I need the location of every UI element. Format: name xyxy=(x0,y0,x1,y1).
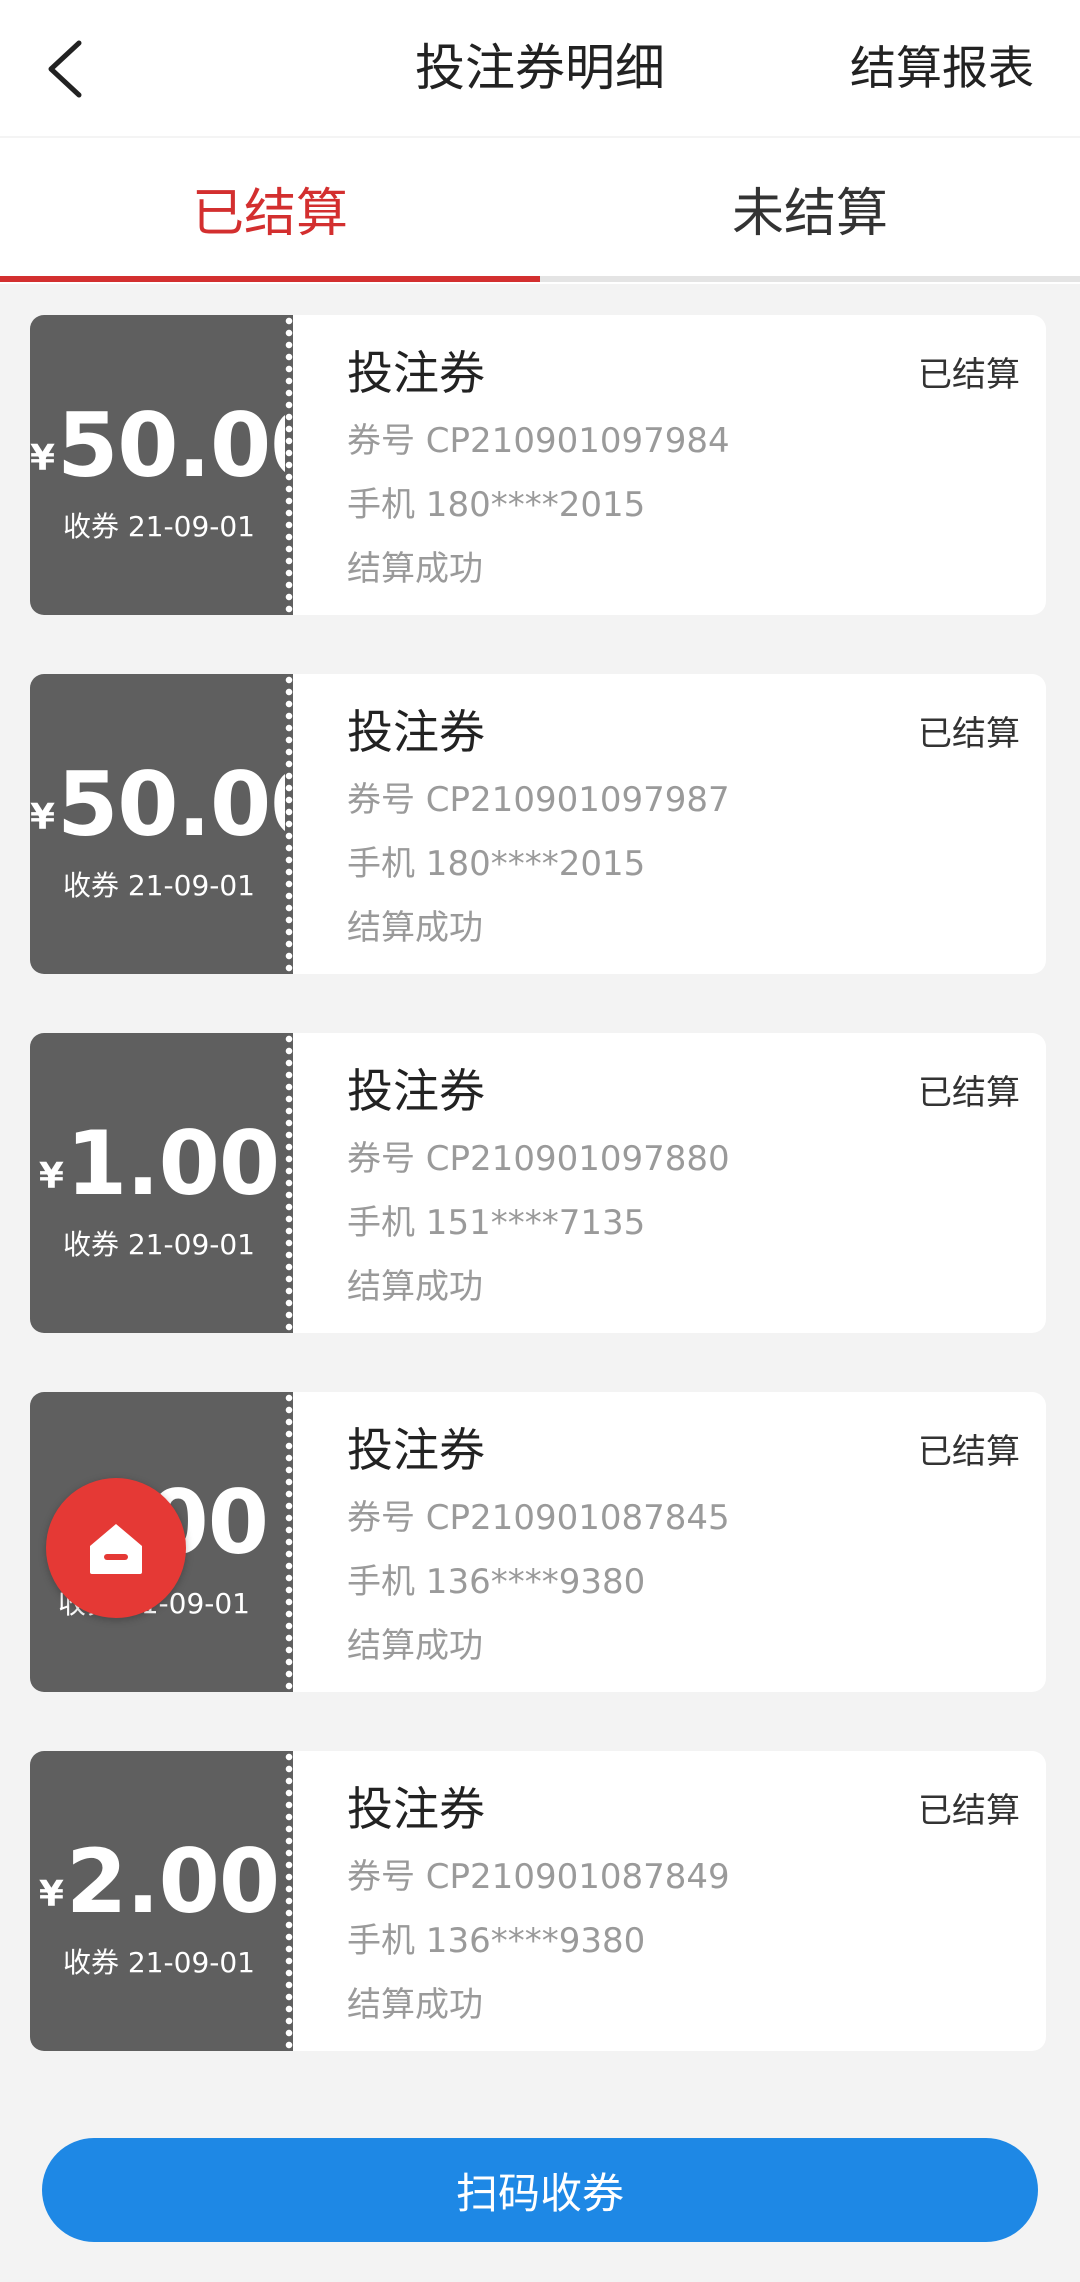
coupon-code: 券号 CP210901087845 xyxy=(347,1498,730,1538)
coupon-amount-panel: ¥1.00 收券 21-09-01 xyxy=(30,1033,288,1333)
coupon-amount: ¥50.00 xyxy=(30,401,331,491)
page: 投注券明细 结算报表 已结算 未结算 ¥50.00 收券 21-09-01 投注… xyxy=(0,0,1080,2282)
amount-value: 2.00 xyxy=(65,1830,280,1933)
receive-date: 收券 21-09-01 xyxy=(63,1946,255,1979)
home-icon xyxy=(90,1524,142,1574)
settlement-result: 结算成功 xyxy=(347,1626,483,1666)
coupon-title: 投注券 xyxy=(347,1782,485,1836)
amount-value: 1.00 xyxy=(65,1112,280,1215)
floating-home-button[interactable] xyxy=(46,1478,186,1618)
settlement-result: 结算成功 xyxy=(347,1267,483,1307)
coupon-code: 券号 CP210901097880 xyxy=(347,1139,730,1179)
coupon-details: 投注券 已结算 券号 CP210901087845 手机 136****9380… xyxy=(293,1392,1046,1692)
coupon-card[interactable]: ¥50.00 收券 21-09-01 投注券 已结算 券号 CP21090109… xyxy=(30,674,1046,974)
settlement-report-link[interactable]: 结算报表 xyxy=(850,30,1034,106)
coupon-phone: 手机 180****2015 xyxy=(347,844,646,884)
coupon-details: 投注券 已结算 券号 CP210901097984 手机 180****2015… xyxy=(293,315,1046,615)
scan-receive-button[interactable]: 扫码收券 xyxy=(42,2138,1038,2242)
receive-date: 收券 21-09-01 xyxy=(63,510,255,543)
coupon-title: 投注券 xyxy=(347,705,485,759)
app-header: 投注券明细 结算报表 xyxy=(0,0,1080,136)
tab-indicator-active xyxy=(0,276,540,282)
status-badge: 已结算 xyxy=(918,1791,1020,1831)
tab-settled[interactable]: 已结算 xyxy=(0,138,540,278)
coupon-amount: ¥50.00 xyxy=(30,760,331,850)
coupon-code: 券号 CP210901097984 xyxy=(347,421,730,461)
coupon-amount: ¥2.00 xyxy=(30,1837,288,1927)
receive-date: 收券 21-09-01 xyxy=(63,1228,255,1261)
coupon-title: 投注券 xyxy=(347,1423,485,1477)
coupon-phone: 手机 151****7135 xyxy=(347,1203,646,1243)
currency-symbol: ¥ xyxy=(30,797,56,838)
coupon-amount-panel: ¥50.00 收券 21-09-01 xyxy=(30,674,331,974)
coupon-details: 投注券 已结算 券号 CP210901097880 手机 151****7135… xyxy=(293,1033,1046,1333)
coupon-title: 投注券 xyxy=(347,1064,485,1118)
coupon-amount-panel: ¥2.00 收券 21-09-01 xyxy=(30,1751,288,2051)
coupon-phone: 手机 136****9380 xyxy=(347,1562,646,1602)
coupon-card[interactable]: ¥1.00 收券 21-09-01 投注券 已结算 券号 CP210901097… xyxy=(30,1033,1046,1333)
settlement-result: 结算成功 xyxy=(347,908,483,948)
coupon-code: 券号 CP210901087849 xyxy=(347,1857,730,1897)
status-badge: 已结算 xyxy=(918,355,1020,395)
settlement-result: 结算成功 xyxy=(347,549,483,589)
coupon-details: 投注券 已结算 券号 CP210901087849 手机 136****9380… xyxy=(293,1751,1046,2051)
status-badge: 已结算 xyxy=(918,714,1020,754)
coupon-details: 投注券 已结算 券号 CP210901097987 手机 180****2015… xyxy=(293,674,1046,974)
tab-bar: 已结算 未结算 xyxy=(0,136,1080,284)
perforated-edge xyxy=(285,1392,293,1692)
status-badge: 已结算 xyxy=(918,1073,1020,1113)
currency-symbol: ¥ xyxy=(38,1874,64,1915)
coupon-title: 投注券 xyxy=(347,346,485,400)
tab-unsettled[interactable]: 未结算 xyxy=(540,138,1080,278)
coupon-amount-panel: ¥50.00 收券 21-09-01 xyxy=(30,315,331,615)
coupon-card[interactable]: ¥50.00 收券 21-09-01 投注券 已结算 券号 CP21090109… xyxy=(30,315,1046,615)
status-badge: 已结算 xyxy=(918,1432,1020,1472)
receive-date: 收券 21-09-01 xyxy=(63,869,255,902)
coupon-amount: ¥1.00 xyxy=(30,1119,288,1209)
coupon-card[interactable]: ¥2.00 收券 21-09-01 投注券 已结算 券号 CP210901087… xyxy=(30,1751,1046,2051)
perforated-edge xyxy=(285,674,293,974)
perforated-edge xyxy=(285,1751,293,2051)
coupon-code: 券号 CP210901097987 xyxy=(347,780,730,820)
perforated-edge xyxy=(285,1033,293,1333)
settlement-result: 结算成功 xyxy=(347,1985,483,2025)
coupon-phone: 手机 180****2015 xyxy=(347,485,646,525)
perforated-edge xyxy=(285,315,293,615)
currency-symbol: ¥ xyxy=(30,438,56,479)
coupon-phone: 手机 136****9380 xyxy=(347,1921,646,1961)
currency-symbol: ¥ xyxy=(38,1156,64,1197)
